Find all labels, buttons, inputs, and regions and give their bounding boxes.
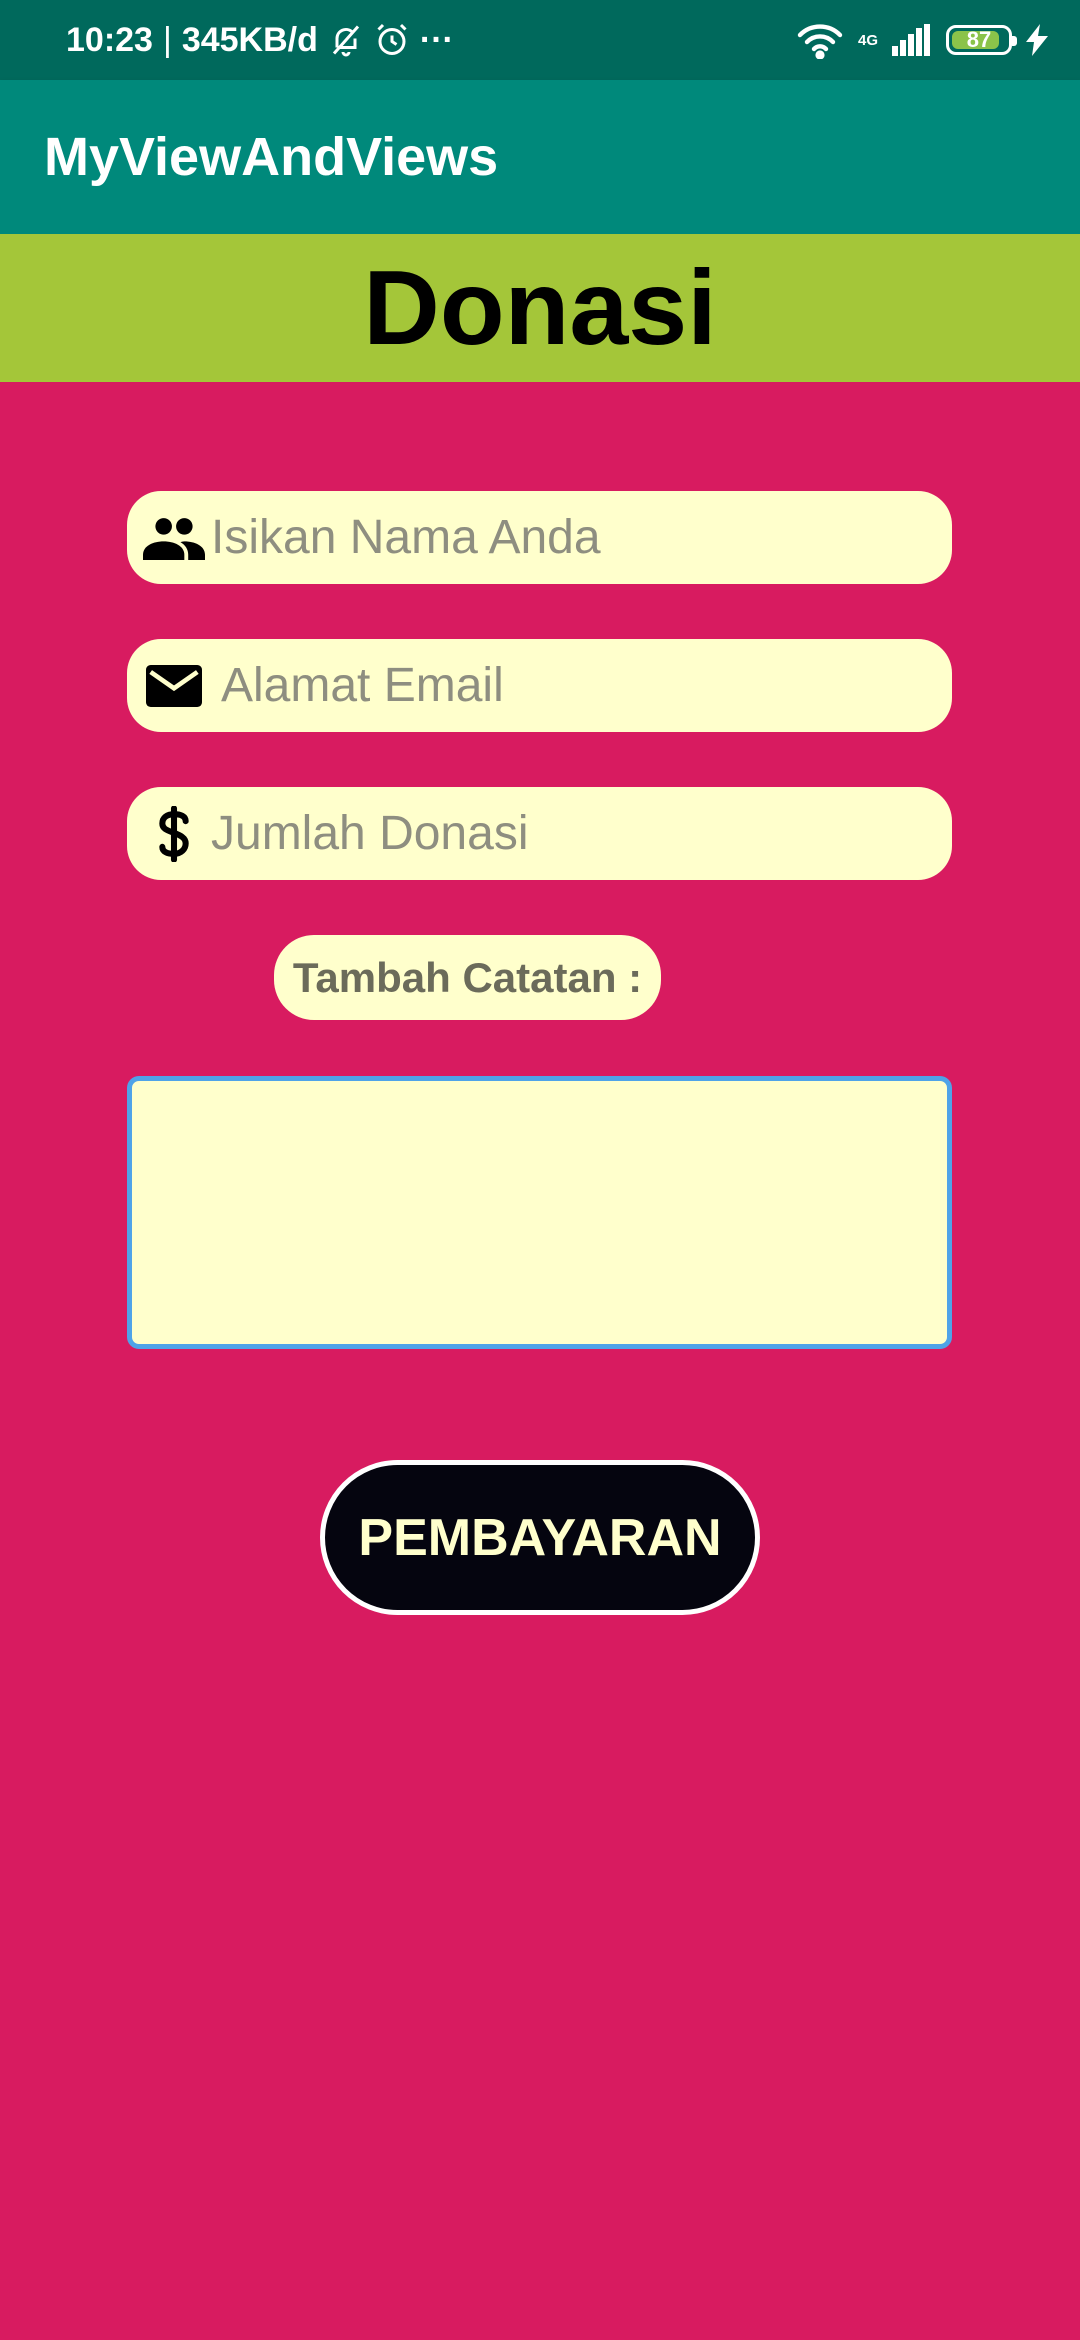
note-label: Tambah Catatan : [274, 935, 661, 1020]
battery-level: 87 [966, 27, 992, 52]
network-type-label: 4G [857, 31, 878, 49]
network-speed: 345KB/d [181, 20, 318, 59]
status-left: 10:23 | 345KB/d ··· [66, 21, 454, 60]
header-band: Donasi [0, 234, 1080, 382]
email-input[interactable] [207, 645, 952, 726]
wifi-icon [796, 21, 844, 59]
email-field[interactable] [127, 639, 952, 732]
signal-icon [892, 24, 932, 56]
people-icon [141, 505, 207, 571]
muted-bell-icon [328, 22, 364, 58]
app-bar: MyViewAndViews [0, 80, 1080, 234]
name-field[interactable] [127, 491, 952, 584]
name-input[interactable] [207, 497, 952, 578]
status-time: 10:23 [66, 20, 153, 59]
status-bar: 10:23 | 345KB/d ··· 4G 87 [0, 0, 1080, 80]
status-right: 4G 87 [796, 21, 1048, 59]
app-title: MyViewAndViews [44, 127, 499, 187]
dollar-icon [141, 801, 207, 867]
alarm-clock-icon [374, 22, 410, 58]
pay-button[interactable]: PEMBAYARAN [320, 1460, 760, 1615]
note-textarea[interactable] [127, 1076, 952, 1349]
status-separator: | [162, 20, 172, 59]
network-type: 4G [858, 33, 878, 48]
battery-icon: 87 [946, 25, 1017, 55]
amount-input[interactable] [207, 793, 952, 874]
charging-bolt-icon [1026, 24, 1048, 56]
page-title: Donasi [363, 248, 717, 367]
more-indicator: ··· [419, 20, 454, 59]
amount-field[interactable] [127, 787, 952, 880]
mail-icon [141, 653, 207, 719]
